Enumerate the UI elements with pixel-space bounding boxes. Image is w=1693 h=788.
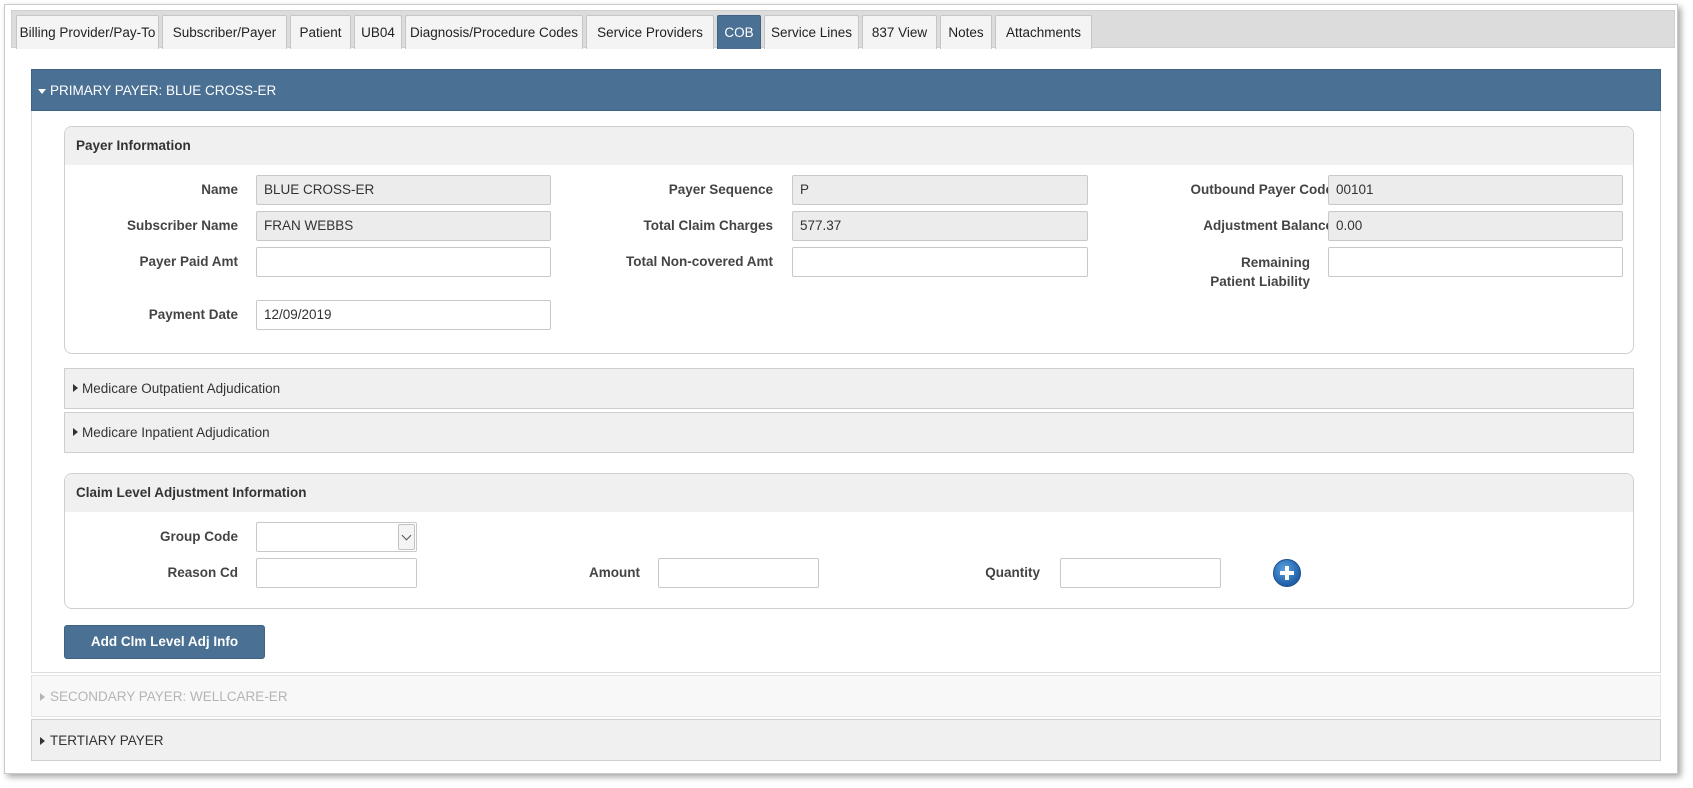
total-noncovered-amt-label: Total Non-covered Amt [625,254,773,269]
adjustment-balance-label: Adjustment Balance [1203,218,1333,233]
outbound-payer-code-field: 00101 [1328,175,1623,205]
caret-right-icon [40,737,45,745]
add-row-plus-icon[interactable] [1273,559,1301,587]
total-claim-charges-label: Total Claim Charges [643,218,773,233]
caret-right-icon [40,693,45,701]
payer-paid-amt-input[interactable] [256,247,551,277]
remaining-patient-liability-input[interactable] [1328,247,1623,277]
outbound-payer-code-label: Outbound Payer Code [1190,182,1333,197]
payer-sequence-field: P [792,175,1088,205]
medicare-inpatient-section[interactable]: Medicare Inpatient Adjudication [64,412,1634,453]
group-code-label: Group Code [160,529,238,544]
tab-notes[interactable]: Notes [940,15,992,49]
caret-right-icon [73,428,78,436]
tab-subscriber-payer[interactable]: Subscriber/Payer [162,15,287,49]
secondary-payer-header[interactable]: SECONDARY PAYER: WELLCARE-ER [31,675,1661,717]
caret-right-icon [73,384,78,392]
reason-cd-label: Reason Cd [167,565,238,580]
name-label: Name [201,182,238,197]
claim-level-adjustment-panel: Claim Level Adjustment Information Group… [64,473,1634,609]
payer-information-title: Payer Information [65,127,1633,165]
caret-down-icon [38,89,46,94]
payment-date-label: Payment Date [148,307,238,322]
tertiary-payer-title: TERTIARY PAYER [50,733,164,748]
tab-attachments[interactable]: Attachments [995,15,1092,49]
payer-sequence-label: Payer Sequence [668,182,773,197]
total-noncovered-amt-input[interactable] [792,247,1088,277]
tab-837-view[interactable]: 837 View [862,15,937,49]
name-field: BLUE CROSS-ER [256,175,551,205]
primary-payer-title: PRIMARY PAYER: BLUE CROSS-ER [50,83,277,98]
tertiary-payer-header[interactable]: TERTIARY PAYER [31,719,1661,761]
tab-cob[interactable]: COB [717,15,761,49]
tab-patient[interactable]: Patient [290,15,351,49]
claim-window: Billing Provider/Pay-To Subscriber/Payer… [4,4,1678,774]
tab-billing-provider[interactable]: Billing Provider/Pay-To [16,15,159,49]
amount-label: Amount [589,565,640,580]
chevron-down-icon[interactable] [398,524,415,550]
remaining-patient-liability-label: Remaining Patient Liability [1210,255,1310,289]
payment-date-input[interactable]: 12/09/2019 [256,300,551,330]
tab-service-providers[interactable]: Service Providers [586,15,714,49]
tab-bar: Billing Provider/Pay-To Subscriber/Payer… [11,10,1675,49]
amount-input[interactable] [658,558,819,588]
group-code-select[interactable] [256,522,417,552]
subscriber-name-label: Subscriber Name [126,218,238,233]
subscriber-name-field: FRAN WEBBS [256,211,551,241]
quantity-label: Quantity [985,565,1040,580]
tab-ub04[interactable]: UB04 [354,15,402,49]
add-clm-level-adj-info-button[interactable]: Add Clm Level Adj Info [64,625,265,659]
medicare-outpatient-label: Medicare Outpatient Adjudication [82,381,281,396]
total-claim-charges-field: 577.37 [792,211,1088,241]
payer-information-panel: Payer Information Name BLUE CROSS-ER Sub… [64,126,1634,354]
adjustment-balance-field: 0.00 [1328,211,1623,241]
medicare-outpatient-section[interactable]: Medicare Outpatient Adjudication [64,368,1634,409]
reason-cd-input[interactable] [256,558,417,588]
primary-payer-header[interactable]: PRIMARY PAYER: BLUE CROSS-ER [31,69,1661,111]
payer-paid-amt-label: Payer Paid Amt [139,254,238,269]
tab-diagnosis-procedure[interactable]: Diagnosis/Procedure Codes [405,15,583,49]
medicare-inpatient-label: Medicare Inpatient Adjudication [82,425,270,440]
quantity-input[interactable] [1060,558,1221,588]
tab-service-lines[interactable]: Service Lines [764,15,859,49]
claim-level-adjustment-title: Claim Level Adjustment Information [65,474,1633,512]
secondary-payer-title: SECONDARY PAYER: WELLCARE-ER [50,689,288,704]
primary-payer-body: Payer Information Name BLUE CROSS-ER Sub… [31,111,1661,673]
